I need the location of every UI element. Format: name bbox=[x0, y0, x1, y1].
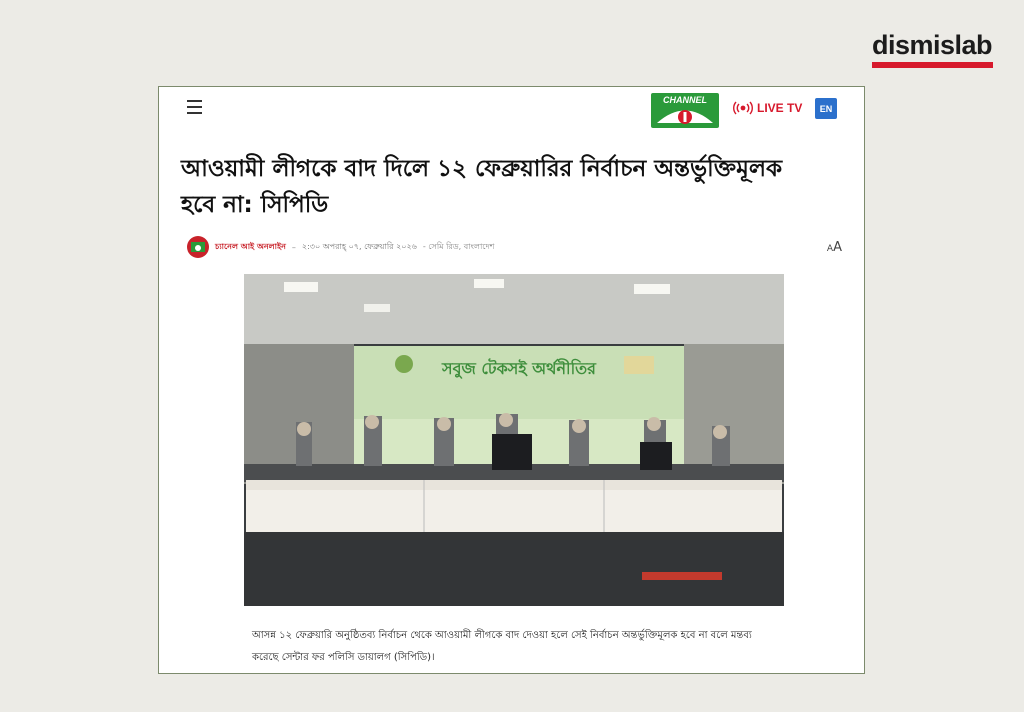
article-meta: চ্যানেল আই অনলাইন – ২:৩০ অপরাহ্ ০৭, ফেব্… bbox=[187, 234, 842, 260]
article-card: CHANNEL LIVE TV EN আওয়ামী লীগকে বাদ দিল… bbox=[158, 86, 865, 674]
location: - সেমি রিড, বাংলাদেশ bbox=[422, 241, 495, 251]
article-title: আওয়ামী লীগকে বাদ দিলে ১২ ফেব্রুয়ারির ন… bbox=[181, 156, 783, 218]
live-tv-label: LIVE TV bbox=[757, 101, 803, 115]
photo-caption: আসন্ন ১২ ফেব্রুয়ারি অনুষ্ঠিতব্য নির্বাচ… bbox=[252, 630, 752, 663]
hamburger-menu-icon[interactable] bbox=[187, 100, 202, 114]
brand-name: dismislab bbox=[872, 30, 993, 60]
publish-time: ২:৩০ অপরাহ্ ০৭, ফেব্রুয়ারি ২০২৬ bbox=[301, 241, 417, 251]
channel-label: CHANNEL bbox=[663, 95, 707, 105]
author-name[interactable]: চ্যানেল আই অনলাইন bbox=[215, 241, 286, 254]
dismislab-logo: dismislab bbox=[872, 30, 994, 68]
article-photo: সবুজ টেকসই অর্থনীতির bbox=[244, 274, 784, 606]
channel-i-mini-icon bbox=[191, 242, 205, 252]
channel-i-logo[interactable]: CHANNEL bbox=[651, 93, 719, 128]
broadcast-icon bbox=[733, 101, 753, 115]
font-size-toggle[interactable]: AA bbox=[827, 240, 842, 255]
banner-title: সবুজ টেকসই অর্থনীতির bbox=[441, 358, 597, 379]
author-avatar bbox=[187, 236, 209, 258]
brand-underline bbox=[872, 62, 993, 68]
meta-separator: – bbox=[291, 242, 296, 252]
live-tv-link[interactable]: LIVE TV bbox=[733, 99, 802, 117]
language-toggle-button[interactable]: EN bbox=[815, 98, 837, 119]
